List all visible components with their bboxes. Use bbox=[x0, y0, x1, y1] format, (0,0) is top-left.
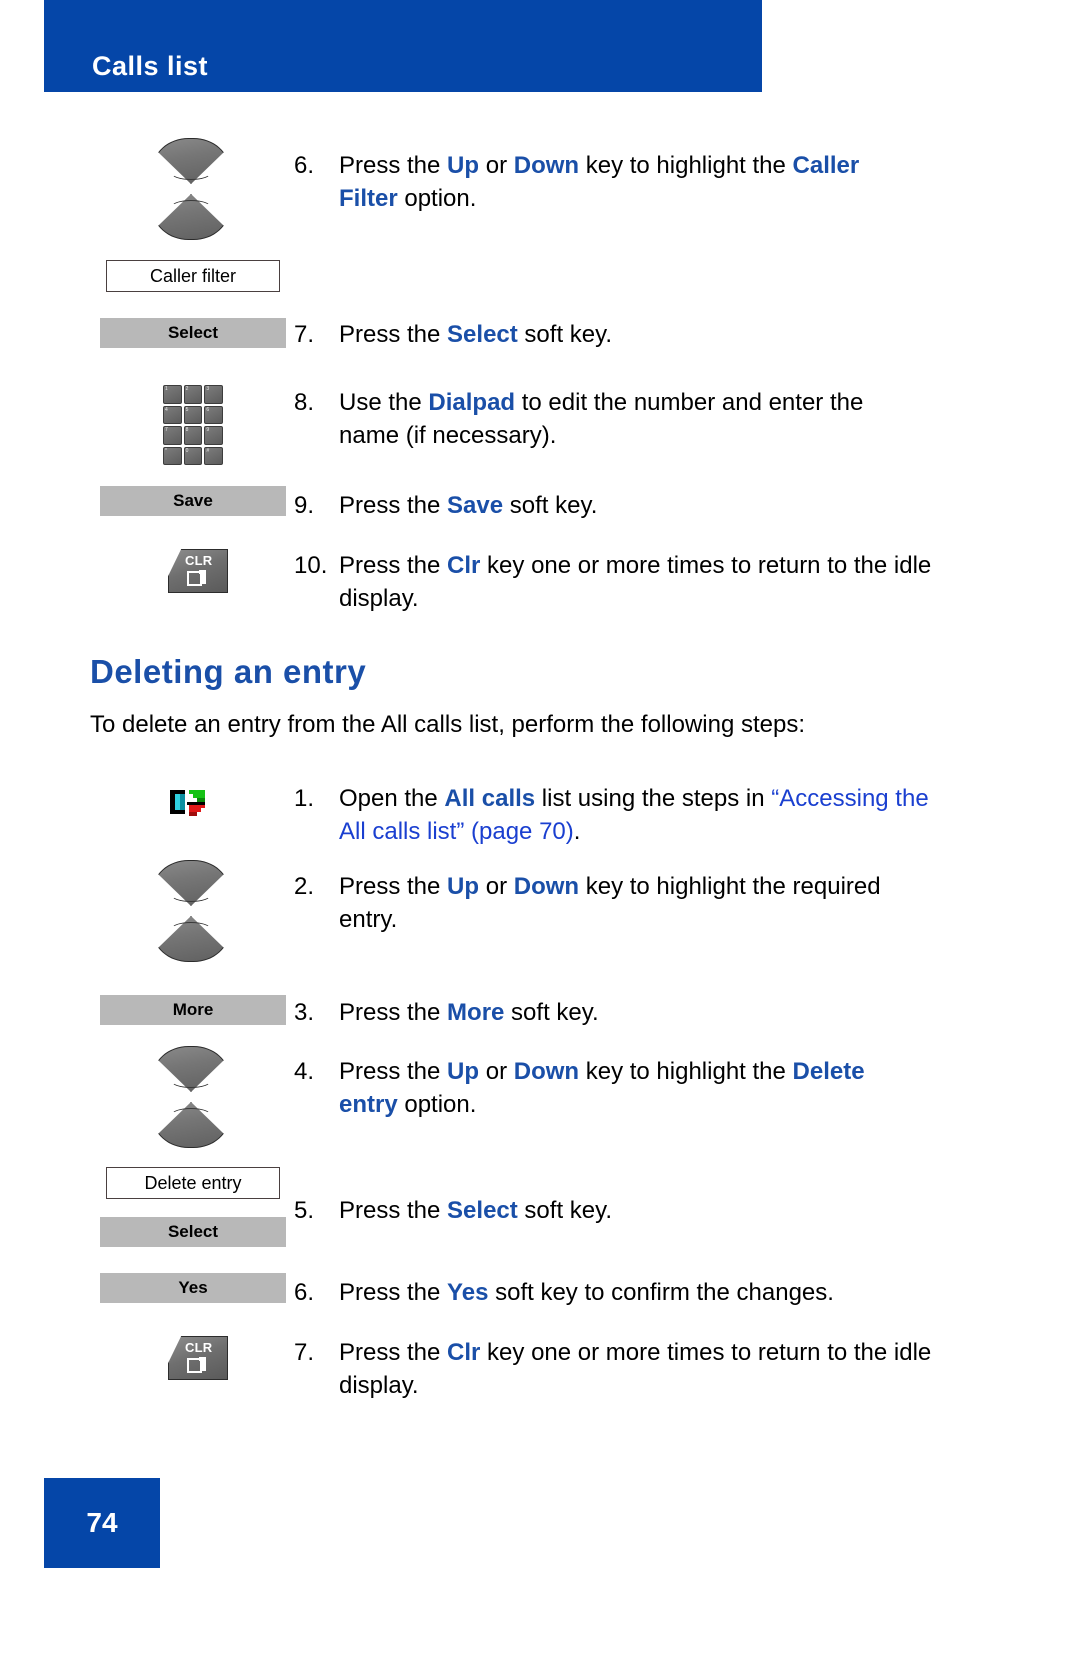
dialpad-key: 3 bbox=[204, 385, 223, 404]
step-text: Press the Up or Down key to highlight th… bbox=[339, 1058, 865, 1118]
calls-list-icon bbox=[170, 786, 208, 818]
dialpad-key: # bbox=[204, 446, 223, 465]
clr-key-glyph-icon bbox=[187, 570, 209, 586]
dialpad-key: 1 bbox=[163, 385, 182, 404]
page-title: Calls list bbox=[92, 51, 209, 81]
document-page: Calls list Caller filter 6. Press the Up… bbox=[0, 0, 1080, 1669]
step-text: Press the Select soft key. bbox=[339, 321, 613, 348]
display-option-caller-filter: Caller filter bbox=[106, 260, 280, 292]
step-text: Press the More soft key. bbox=[339, 999, 599, 1026]
up-down-navigation-key-icon bbox=[152, 138, 236, 240]
clr-key-icon: CLR bbox=[168, 549, 228, 593]
step-number: 7. bbox=[294, 1339, 315, 1366]
step-text: Open the All calls list using the steps … bbox=[339, 785, 929, 845]
step-number: 1. bbox=[294, 785, 315, 812]
softkey-select-2[interactable]: Select bbox=[100, 1217, 286, 1247]
dialpad-key: 5 bbox=[183, 405, 203, 424]
page-number: 74 bbox=[86, 1507, 118, 1538]
step-number: 7. bbox=[294, 321, 315, 348]
dialpad-key: 6 bbox=[204, 405, 223, 424]
step-number: 2. bbox=[294, 873, 315, 900]
up-down-navigation-key-icon bbox=[152, 1046, 236, 1148]
step-number: 10. bbox=[294, 552, 328, 579]
dialpad-icon: 1 2 3 4 5 6 7 8 9 * 0 # bbox=[163, 385, 223, 465]
step-number: 3. bbox=[294, 999, 315, 1026]
step-text: Press the Yes soft key to confirm the ch… bbox=[339, 1279, 834, 1306]
step-text: Press the Clr key one or more times to r… bbox=[339, 552, 932, 612]
clr-key-label: CLR bbox=[185, 1340, 213, 1355]
dialpad-key: 8 bbox=[183, 426, 203, 445]
dialpad-key: * bbox=[163, 446, 182, 465]
page-header-bar: Calls list bbox=[44, 0, 762, 92]
step-number: 6. bbox=[294, 1279, 315, 1306]
section-heading: Deleting an entry bbox=[90, 653, 367, 690]
section-intro-paragraph: To delete an entry from the All calls li… bbox=[90, 711, 805, 738]
step-text: Press the Up or Down key to highlight th… bbox=[339, 152, 860, 212]
softkey-more[interactable]: More bbox=[100, 995, 286, 1025]
step-number: 6. bbox=[294, 152, 315, 179]
dialpad-key: 7 bbox=[163, 426, 182, 445]
step-text: Press the Clr key one or more times to r… bbox=[339, 1339, 932, 1399]
softkey-yes[interactable]: Yes bbox=[100, 1273, 286, 1303]
step-text: Press the Up or Down key to highlight th… bbox=[339, 873, 881, 933]
clr-key-glyph-icon bbox=[187, 1357, 209, 1373]
clr-key-icon: CLR bbox=[168, 1336, 228, 1380]
page-footer-bar: 74 bbox=[44, 1478, 160, 1568]
step-number: 8. bbox=[294, 389, 315, 416]
step-text: Press the Save soft key. bbox=[339, 492, 598, 519]
step-number: 4. bbox=[294, 1058, 315, 1085]
display-option-delete-entry: Delete entry bbox=[106, 1167, 280, 1199]
dialpad-key: 9 bbox=[204, 426, 223, 445]
step-number: 5. bbox=[294, 1197, 315, 1224]
step-text: Press the Select soft key. bbox=[339, 1197, 613, 1224]
clr-key-label: CLR bbox=[185, 553, 213, 568]
step-number: 9. bbox=[294, 492, 315, 519]
up-down-navigation-key-icon bbox=[152, 860, 236, 962]
dialpad-key: 2 bbox=[183, 385, 203, 404]
step-text: Use the Dialpad to edit the number and e… bbox=[339, 389, 864, 449]
softkey-save[interactable]: Save bbox=[100, 486, 286, 516]
dialpad-key: 4 bbox=[163, 405, 182, 424]
softkey-select-1[interactable]: Select bbox=[100, 318, 286, 348]
dialpad-key: 0 bbox=[183, 446, 203, 465]
